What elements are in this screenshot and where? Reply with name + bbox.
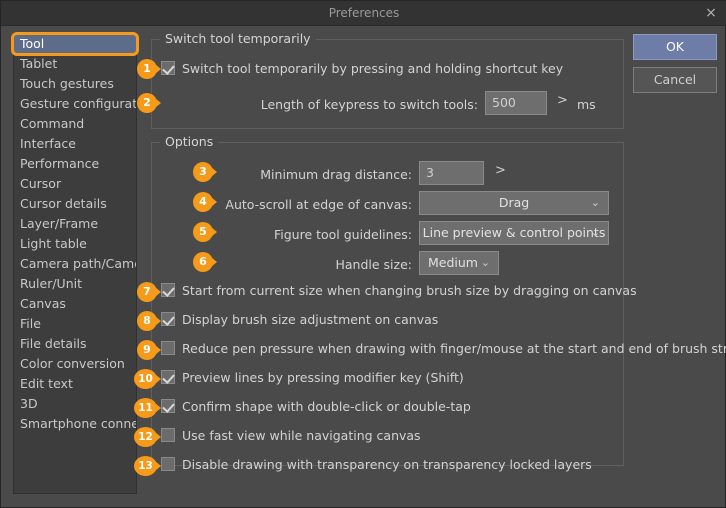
switch-tool-group: Switch tool temporarily Switch tool temp… <box>151 32 624 129</box>
sidebar-item-command[interactable]: Command <box>14 114 136 134</box>
checkbox-disable-transparency-drawing-label[interactable]: Disable drawing with transparency on tra… <box>182 457 592 472</box>
window-title: Preferences <box>328 6 400 20</box>
autoscroll-dropdown-value: Drag <box>498 195 530 210</box>
checkbox-use-fast-view-label[interactable]: Use fast view while navigating canvas <box>182 428 421 443</box>
sidebar-item-smartphone-connection[interactable]: Smartphone connection <box>14 414 136 434</box>
checkbox-start-from-current-size-label[interactable]: Start from current size when changing br… <box>182 283 637 298</box>
checkbox-preview-lines[interactable] <box>161 370 175 384</box>
sidebar-item-light-table[interactable]: Light table <box>14 234 136 254</box>
sidebar-item-interface[interactable]: Interface <box>14 134 136 154</box>
sidebar-item-cursor[interactable]: Cursor <box>14 174 136 194</box>
checkbox-confirm-shape[interactable] <box>161 399 175 413</box>
sidebar-item-ruler-unit[interactable]: Ruler/Unit <box>14 274 136 294</box>
options-group: Options Minimum drag distance: 3 > Auto-… <box>151 135 726 472</box>
handle-size-label: Handle size: <box>335 257 412 272</box>
sidebar-item-canvas[interactable]: Canvas <box>14 294 136 314</box>
checkbox-reduce-pen-pressure[interactable] <box>161 341 175 355</box>
min-drag-distance-label: Minimum drag distance: <box>260 167 412 182</box>
checkbox-display-brush-size-adjustment[interactable] <box>161 312 175 326</box>
ok-button[interactable]: OK <box>633 34 717 60</box>
sidebar-item-file-details[interactable]: File details <box>14 334 136 354</box>
sidebar-item-edit-text[interactable]: Edit text <box>14 374 136 394</box>
close-icon[interactable]: × <box>697 3 725 24</box>
options-group-title: Options <box>160 135 219 149</box>
chevron-down-icon: ⌄ <box>590 196 600 209</box>
keypress-length-input[interactable]: 500 <box>485 91 547 115</box>
keypress-unit-label: ms <box>577 97 596 112</box>
badge-7: 7 <box>137 282 161 302</box>
figure-guidelines-dropdown[interactable]: Line preview & control points ⌄ <box>419 221 609 245</box>
sidebar-item-tablet[interactable]: Tablet <box>14 54 136 74</box>
checkbox-switch-tool[interactable] <box>161 61 175 75</box>
checkbox-reduce-pen-pressure-label[interactable]: Reduce pen pressure when drawing with fi… <box>182 341 726 356</box>
sidebar-item-tool[interactable]: Tool <box>14 34 136 54</box>
keypress-stepper-icon[interactable]: > <box>557 93 568 108</box>
preferences-dialog: Preferences × Tool Tablet Touch gestures Ge… <box>0 0 726 508</box>
title-bar: Preferences × <box>1 1 726 26</box>
sidebar-item-3d[interactable]: 3D <box>14 394 136 414</box>
badge-10: 10 <box>134 369 161 389</box>
keypress-length-label: Length of keypress to switch tools: <box>260 97 478 112</box>
badge-9: 9 <box>137 340 161 360</box>
sidebar-item-camera-path-camera[interactable]: Camera path/Camera <box>14 254 136 274</box>
checkbox-disable-transparency-drawing[interactable] <box>161 457 175 471</box>
min-drag-distance-input[interactable]: 3 <box>419 161 484 185</box>
min-drag-stepper-icon[interactable]: > <box>495 163 506 178</box>
autoscroll-label: Auto-scroll at edge of canvas: <box>225 197 412 212</box>
badge-1: 1 <box>137 59 161 79</box>
badge-6: 6 <box>193 252 217 272</box>
checkbox-use-fast-view[interactable] <box>161 428 175 442</box>
chevron-down-icon: ⌄ <box>590 226 600 239</box>
badge-12: 12 <box>134 427 161 447</box>
figure-guidelines-dropdown-value: Line preview & control points <box>422 225 606 240</box>
sidebar-item-color-conversion[interactable]: Color conversion <box>14 354 136 374</box>
handle-size-dropdown-value: Medium <box>428 255 478 270</box>
sidebar-item-layer-frame[interactable]: Layer/Frame <box>14 214 136 234</box>
badge-13: 13 <box>134 456 161 476</box>
badge-11: 11 <box>134 398 161 418</box>
checkbox-preview-lines-label[interactable]: Preview lines by pressing modifier key (… <box>182 370 464 385</box>
badge-4: 4 <box>193 192 217 212</box>
checkbox-start-from-current-size[interactable] <box>161 283 175 297</box>
category-list[interactable]: Tool Tablet Touch gestures Gesture configur… <box>13 33 137 494</box>
badge-2: 2 <box>137 93 161 113</box>
handle-size-dropdown[interactable]: Medium ⌄ <box>419 251 499 275</box>
autoscroll-dropdown[interactable]: Drag ⌄ <box>419 191 609 215</box>
cancel-button[interactable]: Cancel <box>633 67 717 93</box>
badge-3: 3 <box>193 162 217 182</box>
sidebar-item-performance[interactable]: Performance <box>14 154 136 174</box>
switch-tool-group-title: Switch tool temporarily <box>160 32 316 46</box>
badge-8: 8 <box>137 311 161 331</box>
sidebar-item-cursor-details[interactable]: Cursor details <box>14 194 136 214</box>
sidebar-item-gesture-configuration[interactable]: Gesture configuration <box>14 94 136 114</box>
chevron-down-icon: ⌄ <box>480 256 490 269</box>
checkbox-confirm-shape-label[interactable]: Confirm shape with double-click or doubl… <box>182 399 471 414</box>
sidebar-item-file[interactable]: File <box>14 314 136 334</box>
checkbox-switch-tool-label[interactable]: Switch tool temporarily by pressing and … <box>182 61 563 76</box>
sidebar-item-touch-gestures[interactable]: Touch gestures <box>14 74 136 94</box>
figure-guidelines-label: Figure tool guidelines: <box>273 227 412 242</box>
checkbox-display-brush-size-adjustment-label[interactable]: Display brush size adjustment on canvas <box>182 312 438 327</box>
badge-5: 5 <box>193 222 217 242</box>
